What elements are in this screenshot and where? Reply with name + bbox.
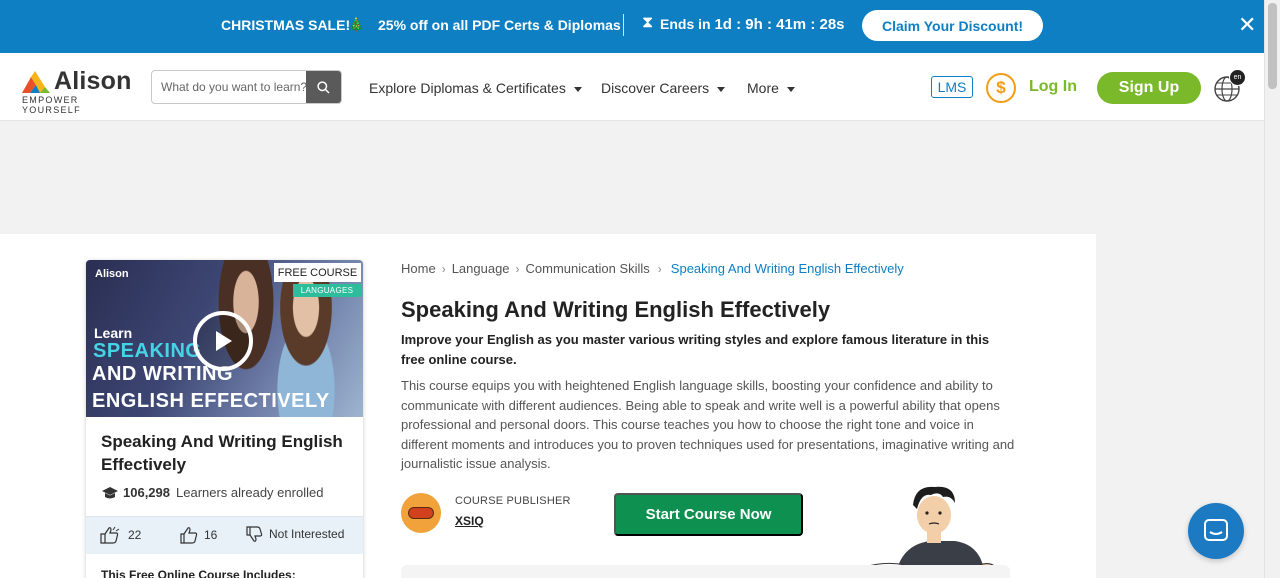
nav-careers-label: Discover Careers xyxy=(601,80,710,96)
chat-icon xyxy=(1204,519,1228,541)
thumbnail-brand: Alison xyxy=(95,268,129,280)
breadcrumb-current[interactable]: Speaking And Writing English Effectively xyxy=(671,261,904,276)
close-icon[interactable]: ✕ xyxy=(1238,14,1256,36)
enrolled-text: Learners already enrolled xyxy=(176,485,324,500)
thumbs-up-outline-icon xyxy=(180,527,198,544)
nav-more-label: More xyxy=(747,80,779,96)
vote-bar: 22 16 Not Interested xyxy=(86,516,363,554)
dislike-count: 16 xyxy=(204,528,218,542)
caret-down-icon xyxy=(717,86,726,92)
nav-explore-label: Explore Diplomas & Certificates xyxy=(369,80,566,96)
not-interested-label: Not Interested xyxy=(269,527,345,541)
logo-tagline: EMPOWER YOURSELF xyxy=(22,95,81,115)
course-details-box xyxy=(401,565,1010,578)
dollar-icon[interactable]: $ xyxy=(986,73,1016,103)
promo-sale-label: CHRISTMAS SALE! xyxy=(221,17,351,33)
search-bar xyxy=(151,70,342,104)
chevron-right-icon: › xyxy=(441,261,446,276)
publisher-name-link[interactable]: XSIQ xyxy=(455,514,484,528)
enrolled-count: 106,298 xyxy=(123,485,170,500)
caret-down-icon xyxy=(573,86,582,92)
nav-more[interactable]: More xyxy=(747,80,795,96)
signup-button[interactable]: Sign Up xyxy=(1097,72,1201,104)
free-course-badge: FREE COURSE xyxy=(274,263,361,282)
enrollment-info: 106,298 Learners already enrolled xyxy=(101,485,323,500)
thumbs-up-icon xyxy=(100,526,120,544)
lms-button[interactable]: LMS xyxy=(931,76,973,98)
breadcrumb: Home › Language › Communication Skills ›… xyxy=(401,261,904,276)
graduation-cap-icon xyxy=(102,486,118,498)
logo-name: Alison xyxy=(54,67,132,95)
card-course-title: Speaking And Writing English Effectively xyxy=(101,432,343,474)
page-title: Speaking And Writing English Effectively xyxy=(401,297,831,322)
play-button[interactable] xyxy=(193,311,253,371)
promo-countdown: Ends in 1d : 9h : 41m : 28s xyxy=(660,16,845,33)
course-thumbnail[interactable]: Alison FREE COURSE LANGUAGES Learn SPEAK… xyxy=(86,260,363,417)
publisher-logo[interactable] xyxy=(401,493,441,533)
chevron-right-icon: › xyxy=(657,261,662,276)
caret-down-icon xyxy=(786,86,795,92)
alison-logo-icon xyxy=(22,71,50,93)
breadcrumb-language[interactable]: Language xyxy=(452,261,510,276)
start-course-button[interactable]: Start Course Now xyxy=(614,493,803,536)
publisher-logo-mark xyxy=(408,507,434,519)
breadcrumb-home[interactable]: Home xyxy=(401,261,436,276)
thumbnail-text-line4: ENGLISH EFFECTIVELY xyxy=(92,390,330,412)
course-subtitle: Improve your English as you master vario… xyxy=(401,332,990,367)
site-header: Alison EMPOWER YOURSELF Explore Diplomas… xyxy=(0,53,1264,121)
promo-banner: CHRISTMAS SALE! 🎄 25% off on all PDF Cer… xyxy=(0,0,1264,53)
claim-discount-button[interactable]: Claim Your Discount! xyxy=(862,10,1043,41)
course-includes-heading: This Free Online Course Includes: xyxy=(101,568,296,578)
like-count: 22 xyxy=(128,528,142,542)
promo-divider xyxy=(623,14,624,36)
like-button[interactable]: 22 xyxy=(100,526,141,544)
page-scrollbar[interactable] xyxy=(1264,0,1280,578)
play-icon xyxy=(216,331,232,351)
thumbs-down-icon xyxy=(246,526,263,542)
search-icon xyxy=(317,80,330,94)
category-badge: LANGUAGES xyxy=(293,284,361,297)
breadcrumb-communication-skills[interactable]: Communication Skills xyxy=(526,261,650,276)
alison-logo[interactable]: Alison EMPOWER YOURSELF xyxy=(22,67,137,115)
publisher-label: COURSE PUBLISHER xyxy=(455,495,571,507)
hourglass-icon: ⧗ xyxy=(642,14,654,31)
course-description: This course equips you with heightened E… xyxy=(401,378,1015,472)
christmas-tree-icon: 🎄 xyxy=(348,17,365,32)
thumbnail-text-line2: SPEAKING xyxy=(93,340,202,362)
nav-explore-diplomas[interactable]: Explore Diplomas & Certificates xyxy=(369,80,582,96)
chevron-right-icon: › xyxy=(515,261,520,276)
nav-discover-careers[interactable]: Discover Careers xyxy=(601,80,726,96)
scrollbar-thumb[interactable] xyxy=(1268,3,1277,89)
search-button[interactable] xyxy=(306,71,341,103)
chat-launcher[interactable] xyxy=(1188,503,1244,559)
login-link[interactable]: Log In xyxy=(1029,78,1077,96)
promo-offer-text: 25% off on all PDF Certs & Diplomas xyxy=(378,17,621,33)
thumbnail-text-line1: Learn xyxy=(94,325,133,341)
dislike-button[interactable]: 16 xyxy=(180,526,217,544)
language-badge: en xyxy=(1229,69,1246,86)
search-input[interactable] xyxy=(152,71,307,103)
not-interested-button[interactable]: Not Interested xyxy=(246,526,344,542)
student-illustration xyxy=(855,486,998,578)
language-selector[interactable]: en xyxy=(1213,69,1246,103)
course-card: Alison FREE COURSE LANGUAGES Learn SPEAK… xyxy=(86,260,363,578)
